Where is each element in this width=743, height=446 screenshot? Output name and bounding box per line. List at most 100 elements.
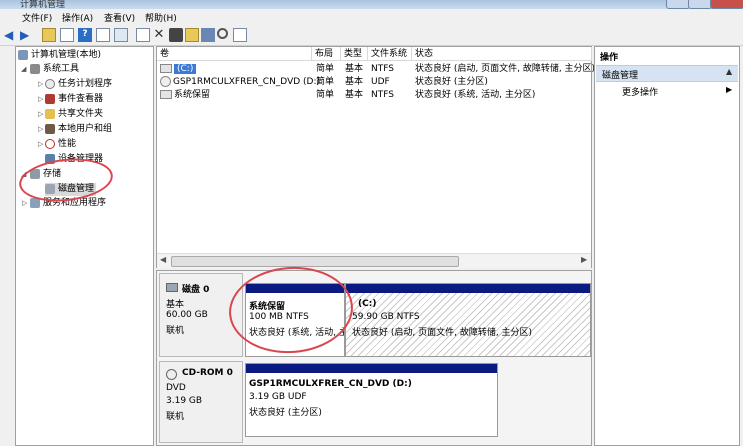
menu-file[interactable]: 文件(F)	[22, 11, 52, 24]
tree-item-device-manager[interactable]: 设备管理器	[45, 153, 103, 166]
column-header-status[interactable]: 状态	[412, 47, 592, 61]
settings-icon[interactable]	[233, 28, 247, 42]
more-actions-item[interactable]: 更多操作 ▶	[596, 83, 738, 98]
up-folder-icon[interactable]	[42, 28, 56, 42]
horizontal-scrollbar[interactable]: ◀ ▶	[157, 253, 591, 268]
shared-folder-icon	[45, 108, 55, 119]
scroll-thumb[interactable]	[171, 256, 459, 267]
title-bar: 计算机管理	[0, 0, 743, 10]
properties-icon[interactable]	[96, 28, 110, 42]
tree-item-task-scheduler[interactable]: 任务计划程序	[45, 78, 112, 91]
column-header-filesystem[interactable]: 文件系统	[368, 47, 412, 61]
tree-disk-management[interactable]: 磁盘管理	[45, 183, 97, 196]
tree-item-event-viewer[interactable]: 事件查看器	[45, 93, 103, 106]
expand-arrow-icon[interactable]: ▷	[22, 199, 27, 207]
partition-size: 59.90 GB NTFS	[352, 312, 420, 322]
volume-layout: 简单	[316, 90, 335, 100]
partition-dvd[interactable]: GSP1RMCULXFRER_CN_DVD (D:) 3.19 GB UDF 状…	[245, 363, 498, 437]
partition-c[interactable]: (C:) 59.90 GB NTFS 状态良好 (启动, 页面文件, 故障转储,…	[345, 283, 591, 357]
volume-type: 基本	[345, 64, 364, 74]
drive-icon	[160, 90, 172, 99]
save-icon[interactable]	[201, 28, 215, 42]
disk-size: 3.19 GB	[166, 396, 203, 406]
drive-icon	[160, 64, 172, 73]
tree-item-local-users[interactable]: 本地用户和组	[45, 123, 112, 136]
expand-arrow-icon[interactable]: ▷	[38, 80, 43, 88]
scroll-right-icon[interactable]: ▶	[581, 255, 587, 264]
tree-storage[interactable]: 存储	[30, 168, 61, 181]
column-header-volume[interactable]: 卷	[157, 47, 312, 61]
tree-item-performance[interactable]: 性能	[45, 138, 76, 151]
volume-fs: NTFS	[371, 90, 394, 100]
partition-system-reserved[interactable]: 系统保留 100 MB NTFS 状态良好 (系统, 活动, 主	[245, 283, 345, 357]
tree-item-shared-folders[interactable]: 共享文件夹	[45, 108, 103, 121]
table-row[interactable]: GSP1RMCULXFRER_CN_DVD (D:) 简单 基本 UDF 状态良…	[157, 76, 591, 89]
partition-bar	[346, 284, 590, 293]
table-row[interactable]: 系统保留 简单 基本 NTFS 状态良好 (系统, 活动, 主分区)	[157, 89, 591, 102]
tree-item-label: 共享文件夹	[58, 109, 104, 119]
partition-status: 状态良好 (启动, 页面文件, 故障转储, 主分区)	[352, 328, 533, 338]
partition-bar	[246, 284, 344, 293]
search-icon[interactable]	[217, 28, 228, 39]
event-viewer-icon	[45, 93, 55, 104]
column-header-layout[interactable]: 布局	[312, 47, 341, 61]
disk-0-label[interactable]: 磁盘 0 基本 60.00 GB 联机	[159, 273, 243, 357]
back-icon[interactable]: ◀	[4, 28, 18, 42]
tree-storage-label: 存储	[43, 169, 62, 179]
show-hide-tree-icon[interactable]	[60, 28, 74, 42]
tree-item-label: 设备管理器	[58, 154, 104, 164]
menu-help[interactable]: 帮助(H)	[145, 11, 177, 24]
volume-layout: 简单	[316, 64, 335, 74]
clock-icon	[45, 78, 55, 89]
maximize-button[interactable]	[688, 0, 712, 9]
tree-system-tools[interactable]: 系统工具	[30, 63, 79, 76]
menu-bar: 文件(F) 操作(A) 查看(V) 帮助(H)	[0, 9, 743, 25]
collapse-arrow-icon[interactable]: ◢	[21, 170, 26, 178]
delete-icon[interactable]: ✕	[152, 28, 166, 42]
actions-section-disk-management[interactable]: 磁盘管理 ▲	[596, 65, 738, 82]
tree-system-tools-label: 系统工具	[43, 64, 80, 74]
volume-status: 状态良好 (系统, 活动, 主分区)	[415, 90, 536, 100]
volume-fs: NTFS	[371, 64, 394, 74]
collapse-up-icon[interactable]: ▲	[726, 67, 732, 76]
new-icon[interactable]	[169, 28, 183, 42]
partition-title: (C:)	[358, 299, 377, 309]
tree-root[interactable]: 计算机管理(本地)	[18, 49, 101, 62]
tree-services-label: 服务和应用程序	[43, 198, 107, 208]
collapse-arrow-icon[interactable]: ◢	[21, 65, 26, 73]
volume-type: 基本	[345, 77, 364, 87]
help-icon[interactable]: ?	[78, 28, 92, 42]
tree-services[interactable]: 服务和应用程序	[30, 197, 106, 210]
volume-name-label: (C:)	[174, 64, 197, 74]
tree-item-label: 事件查看器	[58, 94, 104, 104]
expand-arrow-icon[interactable]: ▷	[38, 110, 43, 118]
expand-arrow-icon[interactable]: ▷	[38, 95, 43, 103]
cdrom-0-label[interactable]: CD-ROM 0 DVD 3.19 GB 联机	[159, 361, 243, 443]
volume-type: 基本	[345, 90, 364, 100]
volume-name: GSP1RMCULXFRER_CN_DVD (D:)	[160, 76, 320, 89]
menu-view[interactable]: 查看(V)	[104, 11, 135, 24]
dvd-icon	[160, 76, 171, 87]
close-button[interactable]	[710, 0, 743, 9]
disk-name: 磁盘 0	[182, 285, 210, 295]
menu-action[interactable]: 操作(A)	[62, 11, 93, 24]
disk-size: 60.00 GB	[166, 310, 208, 320]
actions-section-label: 磁盘管理	[602, 71, 639, 81]
export-icon[interactable]	[136, 28, 150, 42]
expand-arrow-icon[interactable]: ▷	[38, 140, 43, 148]
forward-icon[interactable]: ▶	[20, 28, 34, 42]
refresh-icon[interactable]	[114, 28, 128, 42]
volume-name: 系统保留	[160, 89, 210, 102]
storage-icon	[30, 168, 40, 179]
volume-status: 状态良好 (启动, 页面文件, 故障转储, 主分区)	[415, 64, 596, 74]
partition-size: 3.19 GB UDF	[249, 392, 307, 402]
actions-header: 操作	[600, 53, 619, 63]
column-header-type[interactable]: 类型	[341, 47, 368, 61]
scroll-left-icon[interactable]: ◀	[160, 255, 166, 264]
table-row[interactable]: (C:) 简单 基本 NTFS 状态良好 (启动, 页面文件, 故障转储, 主分…	[157, 63, 595, 76]
expand-arrow-icon[interactable]: ▷	[38, 125, 43, 133]
open-icon[interactable]	[185, 28, 199, 42]
minimize-button[interactable]	[666, 0, 690, 9]
partition-status: 状态良好 (系统, 活动, 主	[249, 328, 345, 338]
navigation-tree: 计算机管理(本地) ◢ 系统工具 ▷ 任务计划程序 ▷ 事件查看器 ▷ 共享文件…	[15, 46, 154, 446]
